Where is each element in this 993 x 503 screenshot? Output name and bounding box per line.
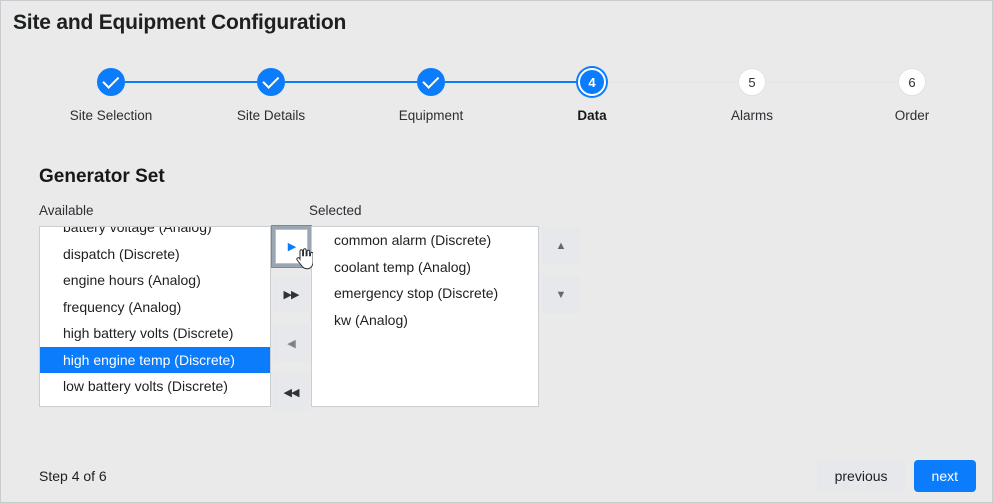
- step-number-badge: 5: [738, 68, 766, 96]
- list-item[interactable]: high battery volts (Discrete): [40, 320, 270, 347]
- stepper-step-data[interactable]: 4 Data: [512, 63, 672, 123]
- section-title: Generator Set: [39, 166, 165, 188]
- stepper-step-order[interactable]: 6 Order: [832, 63, 992, 123]
- triangle-right-icon: ▶: [288, 240, 295, 253]
- check-icon: [422, 71, 439, 88]
- page-title: Site and Equipment Configuration: [13, 11, 346, 35]
- available-listbox[interactable]: battery voltage (Analog)dispatch (Discre…: [39, 226, 271, 407]
- transfer-buttons-column: ▶▶▶◀◀◀: [271, 226, 311, 407]
- wizard-window: Site and Equipment Configuration Site Se…: [0, 0, 993, 503]
- list-item[interactable]: battery voltage (Analog): [40, 226, 270, 241]
- step-label: Equipment: [351, 108, 511, 123]
- move-left-button[interactable]: ◀: [273, 324, 309, 362]
- available-list-label: Available: [39, 203, 94, 218]
- next-button[interactable]: next: [914, 460, 976, 492]
- double-triangle-right-icon: ▶▶: [284, 288, 299, 301]
- move-down-button[interactable]: ▼: [542, 276, 580, 314]
- step-label: Site Selection: [31, 108, 191, 123]
- list-item[interactable]: emergency stop (Discrete): [312, 280, 538, 307]
- step-label: Order: [832, 108, 992, 123]
- step-connector: [606, 81, 738, 83]
- step-label: Site Details: [191, 108, 351, 123]
- step-label: Alarms: [672, 108, 832, 123]
- double-triangle-left-icon: ◀◀: [284, 386, 299, 399]
- wizard-stepper: Site SelectionSite DetailsEquipment 4 Data…: [1, 63, 993, 143]
- list-item[interactable]: coolant temp (Analog): [312, 254, 538, 281]
- check-icon: [102, 71, 119, 88]
- check-icon: [417, 68, 445, 96]
- selected-listbox[interactable]: common alarm (Discrete)coolant temp (Ana…: [311, 226, 539, 407]
- list-item[interactable]: engine hours (Analog): [40, 267, 270, 294]
- list-item[interactable]: common alarm (Discrete): [312, 227, 538, 254]
- list-item[interactable]: high engine temp (Discrete): [40, 347, 270, 374]
- step-number-badge: 6: [898, 68, 926, 96]
- step-status-text: Step 4 of 6: [39, 468, 107, 484]
- footer-actions: previous next: [817, 460, 976, 492]
- step-label: Data: [512, 108, 672, 123]
- move-up-button[interactable]: ▲: [542, 227, 580, 265]
- stepper-step-equipment[interactable]: Equipment: [351, 63, 511, 123]
- list-item[interactable]: low battery volts (Discrete): [40, 373, 270, 400]
- triangle-up-icon: ▲: [556, 240, 567, 252]
- triangle-down-icon: ▼: [556, 289, 567, 301]
- move-all-right-button[interactable]: ▶▶: [273, 275, 309, 313]
- move-all-left-button[interactable]: ◀◀: [273, 373, 309, 411]
- triangle-left-icon: ◀: [287, 337, 294, 350]
- step-connector: [285, 81, 417, 83]
- check-icon: [257, 68, 285, 96]
- step-connector: [125, 81, 257, 83]
- list-item[interactable]: frequency (Analog): [40, 294, 270, 321]
- step-connector: [766, 81, 898, 83]
- move-right-button[interactable]: ▶: [275, 229, 308, 264]
- reorder-buttons-column: ▲▼: [542, 226, 582, 326]
- check-icon: [262, 71, 279, 88]
- step-number-badge: 4: [578, 68, 606, 96]
- stepper-step-site-selection[interactable]: Site Selection: [31, 63, 191, 123]
- list-item[interactable]: dispatch (Discrete): [40, 241, 270, 268]
- check-icon: [97, 68, 125, 96]
- step-connector: [445, 81, 578, 83]
- stepper-step-alarms[interactable]: 5 Alarms: [672, 63, 832, 123]
- selected-list-label: Selected: [309, 203, 362, 218]
- stepper-step-site-details[interactable]: Site Details: [191, 63, 351, 123]
- previous-button[interactable]: previous: [817, 460, 906, 492]
- list-item[interactable]: kw (Analog): [312, 307, 538, 334]
